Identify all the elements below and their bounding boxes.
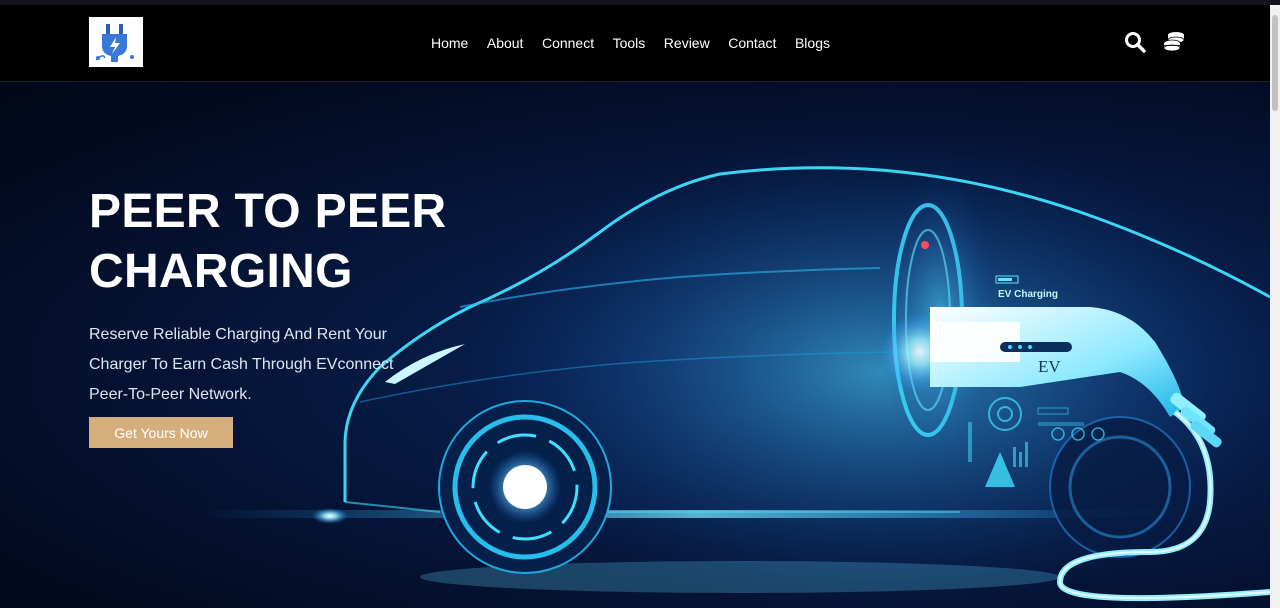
ev-charging-text: EV Charging: [998, 289, 1058, 300]
nav-about[interactable]: About: [487, 34, 524, 52]
ev-plug-logo-icon: [95, 24, 134, 62]
search-icon[interactable]: [1124, 31, 1146, 58]
hero-title: PEER TO PEER CHARGING: [89, 185, 447, 298]
nav-contact[interactable]: Contact: [728, 34, 776, 52]
site-logo[interactable]: [89, 17, 143, 67]
navbar: Home About Connect Tools Review Contact …: [0, 5, 1270, 82]
nav-connect[interactable]: Connect: [542, 34, 594, 52]
main-nav: Home About Connect Tools Review Contact …: [431, 34, 848, 52]
nav-review[interactable]: Review: [664, 34, 710, 52]
hero-banner: EV EV Charging PEER TO PEER CHARGING Res…: [0, 82, 1270, 608]
plug-ev-text: EV: [1038, 357, 1061, 376]
page-scrollbar[interactable]: [1270, 5, 1280, 608]
hero-subtitle: Reserve Reliable Charging And Rent Your …: [89, 326, 394, 403]
nav-home[interactable]: Home: [431, 34, 468, 52]
nav-tools[interactable]: Tools: [613, 34, 646, 52]
hero-text-block: PEER TO PEER CHARGING Reserve Reliable C…: [89, 182, 449, 410]
nav-blogs[interactable]: Blogs: [795, 34, 830, 52]
get-yours-now-button[interactable]: Get Yours Now: [89, 417, 233, 448]
scrollbar-thumb[interactable]: [1272, 15, 1278, 111]
coins-icon[interactable]: [1162, 30, 1186, 59]
